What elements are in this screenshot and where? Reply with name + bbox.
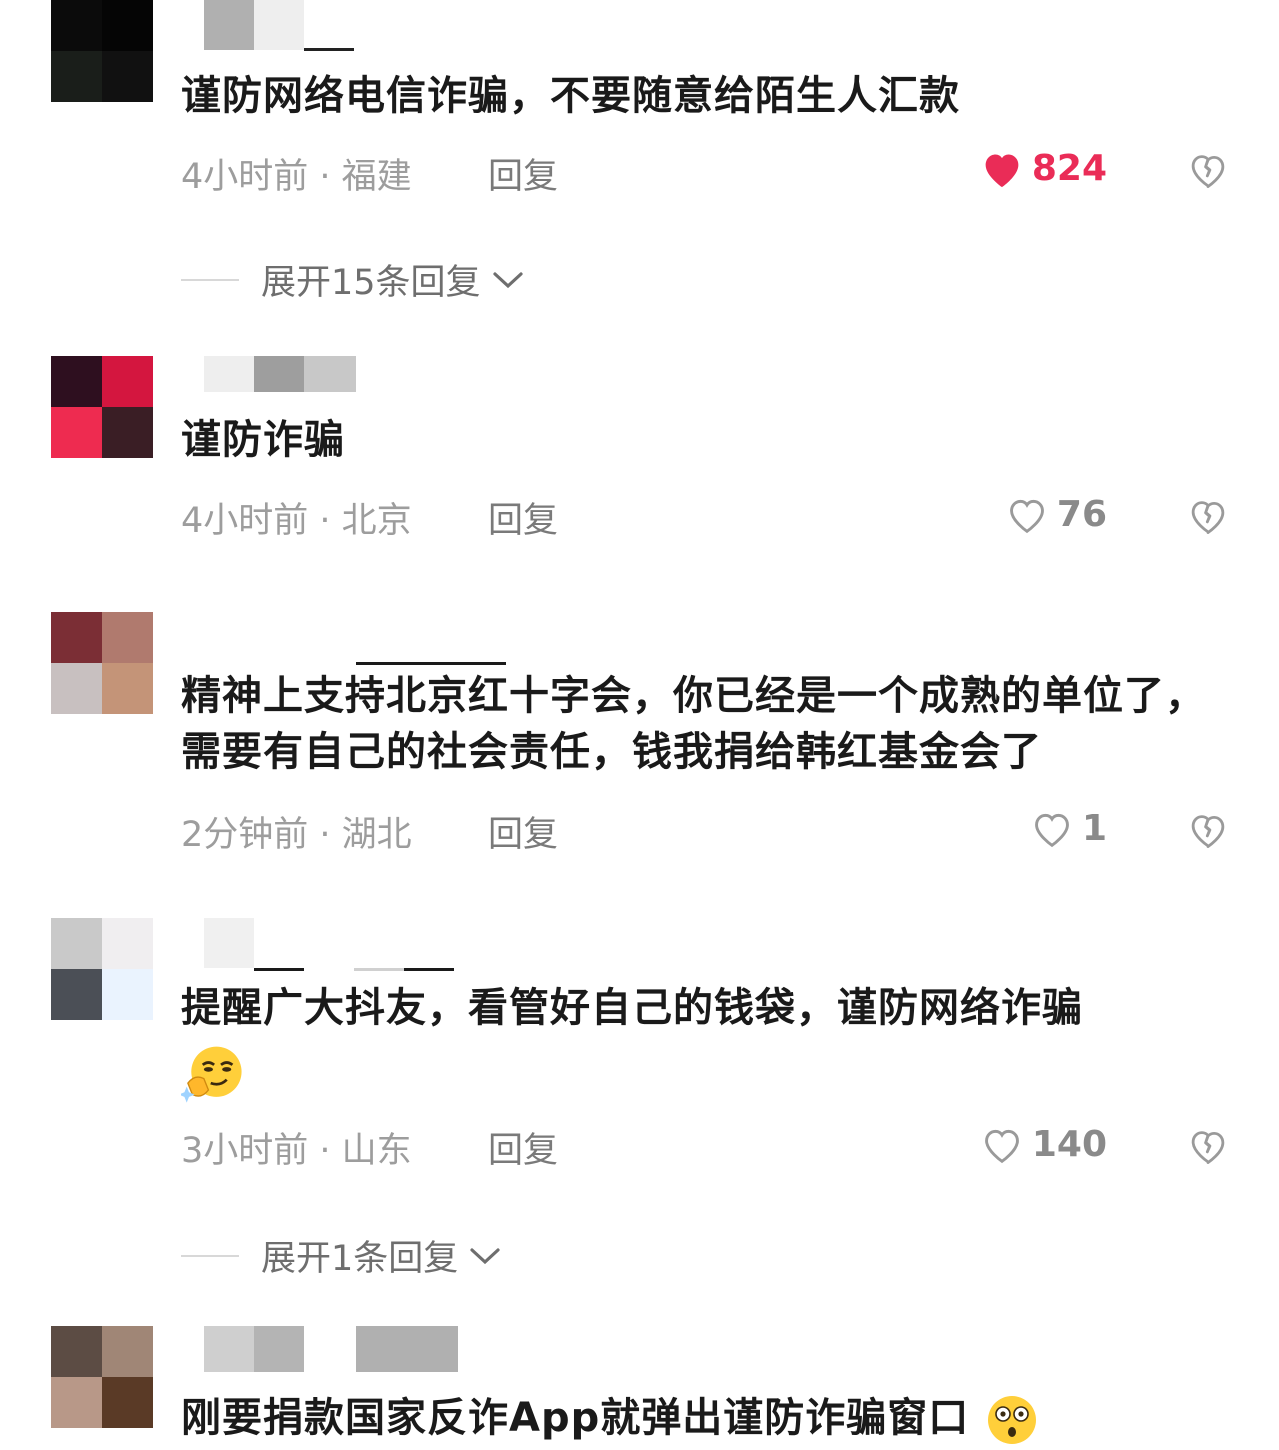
broken-heart-icon[interactable] — [1187, 496, 1229, 538]
broken-heart-icon[interactable] — [1187, 1126, 1229, 1168]
shocked-emoji — [988, 1396, 1037, 1444]
avatar-tile — [51, 1377, 102, 1428]
username-obscured[interactable] — [204, 1326, 458, 1372]
avatar-tile — [102, 51, 153, 102]
avatar-tile — [51, 51, 102, 102]
comment-meta: 4小时前 · 北京 — [181, 501, 412, 541]
avatar-tile — [102, 663, 153, 714]
avatar-tile — [51, 356, 102, 407]
username-obscured[interactable] — [204, 918, 454, 971]
avatar-tile — [51, 1326, 102, 1377]
avatar-tile — [102, 969, 153, 1020]
like-button[interactable]: 1 — [1030, 808, 1107, 849]
avatar[interactable] — [51, 918, 153, 1020]
avatar[interactable] — [51, 356, 153, 458]
comment-text: 谨防网络电信诈骗，不要随意给陌生人汇款 — [181, 73, 960, 119]
username-obscured[interactable] — [204, 356, 356, 392]
comment-meta: 3小时前 · 山东 — [181, 1131, 412, 1171]
username-obscured[interactable] — [204, 612, 506, 665]
chevron-down-icon — [470, 1247, 500, 1264]
avatar-tile — [51, 918, 102, 969]
avatar[interactable] — [51, 612, 153, 714]
comment-text: 精神上支持北京红十字会，你已经是一个成熟的单位了，需要有自己的社会责任，钱我捐给… — [181, 673, 1206, 775]
avatar-tile — [102, 1377, 153, 1428]
comment-text: 提醒广大抖友，看管好自己的钱袋，谨防网络诈骗 — [181, 980, 1241, 1106]
reply-button[interactable]: 回复 — [488, 148, 558, 199]
avatar-tile — [102, 612, 153, 663]
comment-text: 谨防诈骗 — [181, 417, 345, 463]
chevron-down-icon — [492, 271, 523, 288]
avatar-tile — [102, 0, 153, 51]
expand-replies-button[interactable]: 展开15条回复 — [181, 254, 525, 305]
heart-outline-icon — [984, 1129, 1019, 1163]
avatar-tile — [51, 612, 102, 663]
like-count: 140 — [1031, 1124, 1107, 1165]
broken-heart-icon[interactable] — [1187, 150, 1229, 192]
like-button[interactable]: 140 — [980, 1124, 1107, 1165]
avatar-tile — [102, 407, 153, 458]
avatar-tile — [102, 356, 153, 407]
reply-button[interactable]: 回复 — [488, 1122, 558, 1173]
expand-replies-button[interactable]: 展开1条回复 — [181, 1230, 502, 1281]
like-count: 1 — [1081, 808, 1107, 849]
avatar-tile — [102, 1326, 153, 1377]
broken-heart-icon[interactable] — [1187, 810, 1229, 852]
like-count: 824 — [1031, 148, 1107, 189]
avatar-tile — [51, 0, 102, 51]
heart-outline-icon — [1009, 499, 1044, 533]
username-obscured[interactable] — [204, 0, 354, 51]
avatar-tile — [51, 407, 102, 458]
reply-button[interactable]: 回复 — [488, 492, 558, 543]
like-count: 76 — [1056, 494, 1107, 535]
heart-outline-icon — [1035, 813, 1069, 847]
comment-meta: 4小时前 · 福建 — [181, 157, 412, 197]
comment-text: 刚要捐款国家反诈App就弹出谨防诈骗窗口 — [181, 1390, 1241, 1448]
divider — [181, 1254, 239, 1257]
avatar-tile — [51, 969, 102, 1020]
comment-meta: 2分钟前 · 湖北 — [181, 815, 412, 855]
avatar[interactable] — [51, 0, 153, 102]
avatar-tile — [102, 918, 153, 969]
divider — [181, 278, 239, 281]
like-button[interactable]: 76 — [1005, 494, 1107, 535]
avatar-tile — [51, 663, 102, 714]
reply-button[interactable]: 回复 — [488, 806, 558, 857]
thinking-smirk-emoji — [181, 1046, 242, 1103]
heart-filled-icon — [985, 153, 1019, 187]
like-button[interactable]: 824 — [980, 148, 1107, 189]
avatar[interactable] — [51, 1326, 153, 1428]
